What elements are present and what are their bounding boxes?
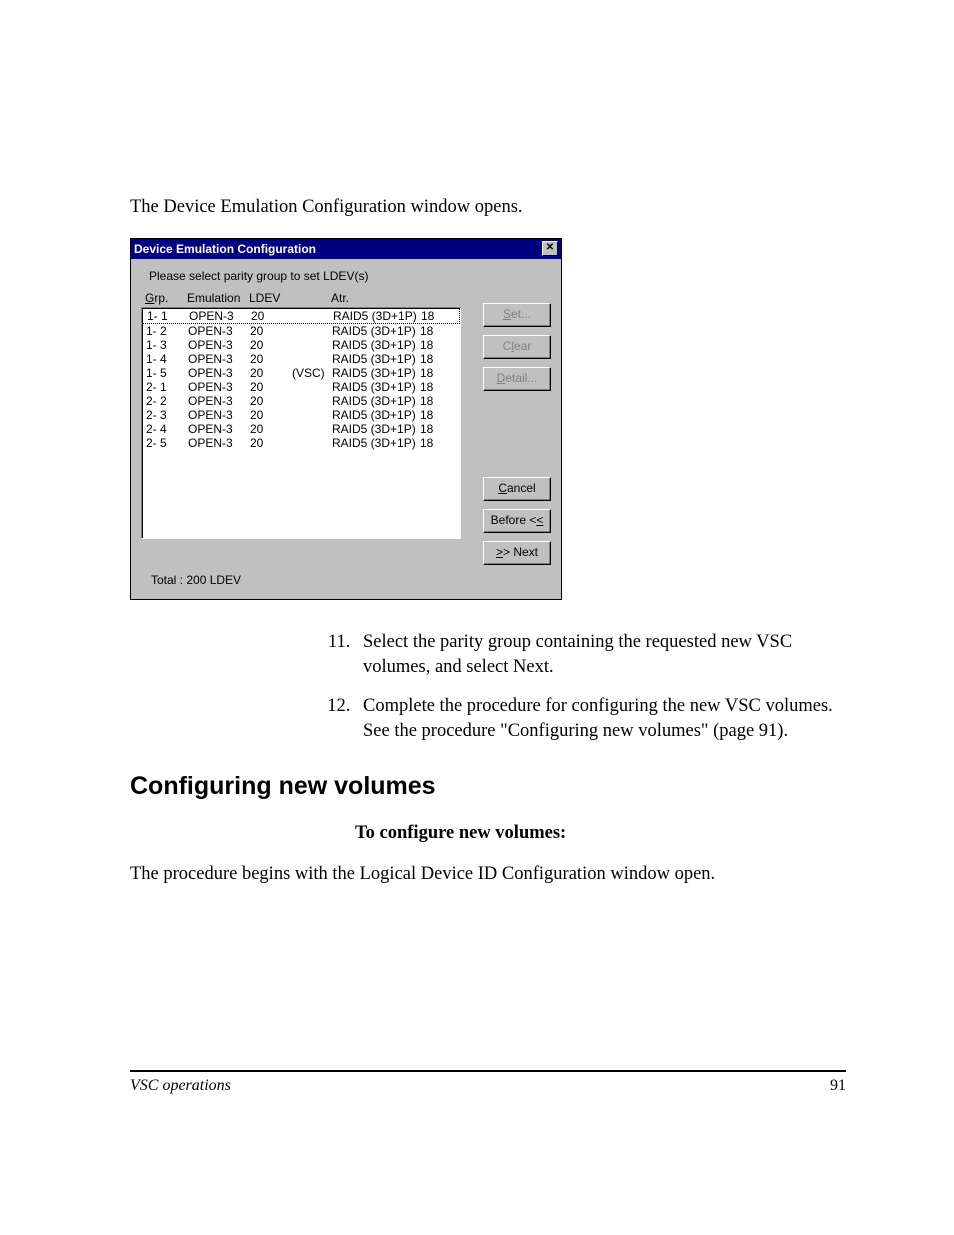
list-item[interactable]: 1- 4OPEN-320RAID5 (3D+1P)18: [142, 352, 460, 366]
window-title: Device Emulation Configuration: [134, 242, 316, 256]
clear-button[interactable]: Clear: [483, 335, 551, 359]
list-item[interactable]: 2- 5OPEN-320RAID5 (3D+1P)18: [142, 436, 460, 450]
step-11: Select the parity group containing the r…: [355, 630, 846, 680]
parity-group-listbox[interactable]: 1- 1OPEN-320RAID5 (3D+1P)181- 2OPEN-320R…: [141, 307, 461, 539]
list-item[interactable]: 1- 1OPEN-320RAID5 (3D+1P)18: [142, 308, 460, 324]
list-item[interactable]: 1- 2OPEN-320RAID5 (3D+1P)18: [142, 324, 460, 338]
next-button[interactable]: >> Next: [483, 541, 551, 565]
list-item[interactable]: 2- 4OPEN-320RAID5 (3D+1P)18: [142, 422, 460, 436]
step-12: Complete the procedure for configuring t…: [355, 694, 846, 744]
list-item[interactable]: 2- 2OPEN-320RAID5 (3D+1P)18: [142, 394, 460, 408]
set-button[interactable]: Set...: [483, 303, 551, 327]
detail-button[interactable]: Detail...: [483, 367, 551, 391]
list-headers: Grp. Emulation LDEV Atr.: [141, 291, 461, 307]
total-label: Total : 200 LDEV: [131, 569, 561, 599]
device-emulation-window: Device Emulation Configuration ✕ Please …: [130, 238, 562, 600]
list-item[interactable]: 2- 1OPEN-320RAID5 (3D+1P)18: [142, 380, 460, 394]
cancel-button[interactable]: Cancel: [483, 477, 551, 501]
procedure-intro: To configure new volumes:: [355, 823, 846, 844]
intro-paragraph: The Device Emulation Configuration windo…: [130, 195, 846, 220]
section-heading: Configuring new volumes: [130, 772, 846, 801]
footer-chapter: VSC operations: [130, 1077, 231, 1095]
before-button[interactable]: Before <<: [483, 509, 551, 533]
list-item[interactable]: 1- 5OPEN-320(VSC)RAID5 (3D+1P)18: [142, 366, 460, 380]
list-item[interactable]: 1- 3OPEN-320RAID5 (3D+1P)18: [142, 338, 460, 352]
close-icon[interactable]: ✕: [542, 241, 558, 256]
procedure-body: The procedure begins with the Logical De…: [130, 862, 846, 887]
window-instruction: Please select parity group to set LDEV(s…: [131, 259, 561, 287]
list-item[interactable]: 2- 3OPEN-320RAID5 (3D+1P)18: [142, 408, 460, 422]
footer-page-number: 91: [830, 1077, 846, 1095]
window-titlebar: Device Emulation Configuration ✕: [131, 239, 561, 259]
